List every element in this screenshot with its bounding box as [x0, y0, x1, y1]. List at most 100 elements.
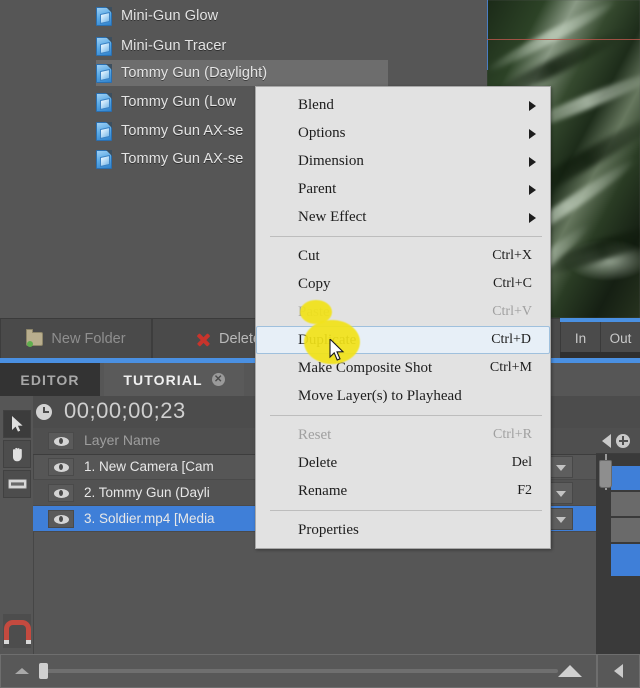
media-file-icon — [96, 63, 112, 83]
layer-name-column-label: Layer Name — [84, 432, 161, 448]
visibility-toggle-layer-2[interactable] — [48, 484, 74, 502]
hand-icon — [12, 447, 22, 462]
layer-label: 1. New Camera [Cam — [84, 459, 214, 474]
editor-window: Mini-Gun Glow Mini-Gun Tracer Tommy Gun … — [0, 0, 640, 688]
menu-item-new-effect[interactable]: New Effect — [256, 203, 550, 231]
select-tool-button[interactable] — [3, 410, 31, 438]
menu-item-accelerator: Ctrl+D — [491, 332, 531, 347]
previous-keyframe-icon[interactable] — [602, 433, 611, 448]
menu-item-label: Delete — [298, 454, 338, 471]
menu-item-rename[interactable]: Rename F2 — [256, 477, 550, 505]
menu-item-label: Cut — [298, 247, 320, 264]
in-out-buttons: In Out — [560, 322, 640, 355]
close-icon[interactable]: ✕ — [211, 373, 225, 386]
tab-editor-label: EDITOR — [20, 371, 80, 388]
layer-label: 2. Tommy Gun (Dayli — [84, 485, 210, 500]
mouse-cursor-icon — [329, 339, 345, 361]
list-item-label: Mini-Gun Tracer — [121, 38, 227, 54]
tab-tutorial-label: TUTORIAL — [123, 371, 203, 388]
media-file-icon — [96, 36, 112, 56]
menu-item-options[interactable]: Options — [256, 119, 550, 147]
menu-item-cut[interactable]: Cut Ctrl+X — [256, 242, 550, 270]
menu-item-accelerator: Ctrl+R — [492, 427, 532, 442]
clip-bar-layer-4[interactable] — [611, 544, 640, 576]
tab-editor[interactable]: EDITOR — [0, 363, 100, 396]
timeline-scroll-left-button[interactable] — [597, 654, 640, 688]
razor-tool-button[interactable] — [3, 470, 31, 498]
menu-item-label: Parent — [298, 180, 337, 197]
menu-item-reset: Reset Ctrl+R — [256, 421, 550, 449]
delete-x-icon — [195, 331, 211, 347]
menu-item-parent[interactable]: Parent — [256, 175, 550, 203]
magnet-snap-button[interactable] — [3, 614, 31, 648]
menu-item-label: Blend — [298, 96, 334, 113]
list-item-selected[interactable]: Tommy Gun (Daylight) — [96, 60, 388, 86]
menu-separator — [270, 415, 542, 416]
menu-separator — [270, 236, 542, 237]
razor-blade-icon — [7, 479, 27, 489]
menu-item-delete[interactable]: Delete Del — [256, 449, 550, 477]
timeline-track-area[interactable] — [596, 454, 640, 688]
new-folder-button[interactable]: New Folder — [0, 319, 152, 359]
zoom-out-icon[interactable] — [15, 668, 29, 674]
chevron-right-icon — [529, 129, 536, 139]
menu-item-make-composite-shot[interactable]: Make Composite Shot Ctrl+M — [256, 354, 550, 382]
media-file-icon — [96, 149, 112, 169]
menu-item-label: Properties — [298, 521, 359, 538]
list-item[interactable]: Mini-Gun Tracer — [96, 33, 388, 59]
menu-separator — [270, 510, 542, 511]
preview-horizon-line — [487, 39, 640, 40]
timecode-display[interactable]: 00;00;00;23 — [64, 398, 186, 424]
zoom-slider-track[interactable] — [39, 663, 558, 679]
timeline-zoom-bar[interactable] — [0, 654, 597, 688]
context-menu[interactable]: Blend Options Dimension Parent New Effec… — [255, 86, 551, 549]
chevron-right-icon — [529, 157, 536, 167]
menu-item-properties[interactable]: Properties — [256, 516, 550, 544]
visibility-toggle-layer-1[interactable] — [48, 458, 74, 476]
visibility-toggle-layer-3[interactable] — [48, 510, 74, 528]
chevron-down-icon — [556, 465, 566, 471]
list-item-label: Mini-Gun Glow — [121, 8, 219, 24]
visibility-toggle-all[interactable] — [48, 432, 74, 450]
menu-item-accelerator: Del — [511, 455, 532, 470]
media-file-icon — [96, 92, 112, 112]
menu-item-accelerator: Ctrl+M — [489, 360, 532, 375]
zoom-in-icon[interactable] — [558, 665, 582, 677]
menu-item-duplicate[interactable]: Duplicate Ctrl+D — [256, 326, 550, 354]
media-file-icon — [96, 121, 112, 141]
timeline-toolbar — [0, 396, 34, 688]
list-item[interactable]: Mini-Gun Glow — [96, 3, 388, 29]
menu-item-label: Options — [298, 124, 346, 141]
menu-item-label: Copy — [298, 275, 331, 292]
menu-item-label: Dimension — [298, 152, 364, 169]
playhead-handle[interactable] — [599, 460, 612, 488]
media-file-icon — [96, 6, 112, 26]
chevron-down-icon — [556, 517, 566, 523]
new-folder-label: New Folder — [51, 331, 126, 347]
chevron-right-icon — [529, 185, 536, 195]
cursor-arrow-icon — [11, 416, 23, 432]
menu-item-label: New Effect — [298, 208, 367, 225]
clip-bar-layer-3[interactable] — [611, 518, 640, 542]
menu-item-accelerator: Ctrl+C — [492, 276, 532, 291]
list-item-label: Tommy Gun (Low — [121, 94, 237, 110]
menu-item-dimension[interactable]: Dimension — [256, 147, 550, 175]
menu-item-label: Make Composite Shot — [298, 359, 433, 376]
add-keyframe-icon[interactable] — [616, 433, 630, 448]
zoom-slider-knob[interactable] — [39, 663, 48, 679]
list-item-label: Tommy Gun AX-se — [121, 123, 244, 139]
menu-item-blend[interactable]: Blend — [256, 91, 550, 119]
hand-tool-button[interactable] — [3, 440, 31, 468]
tab-tutorial[interactable]: TUTORIAL ✕ — [104, 363, 244, 396]
chevron-down-icon — [556, 491, 566, 497]
out-button[interactable]: Out — [600, 322, 640, 355]
menu-item-move-layers-to-playhead[interactable]: Move Layer(s) to Playhead — [256, 382, 550, 410]
chevron-right-icon — [529, 213, 536, 223]
clip-bar-layer-1[interactable] — [611, 466, 640, 490]
menu-item-accelerator: Ctrl+V — [492, 304, 532, 319]
menu-item-accelerator: Ctrl+X — [492, 248, 532, 263]
clip-bar-layer-2[interactable] — [611, 492, 640, 516]
in-button[interactable]: In — [560, 322, 600, 355]
menu-item-label: Rename — [298, 482, 348, 499]
menu-item-copy[interactable]: Copy Ctrl+C — [256, 270, 550, 298]
